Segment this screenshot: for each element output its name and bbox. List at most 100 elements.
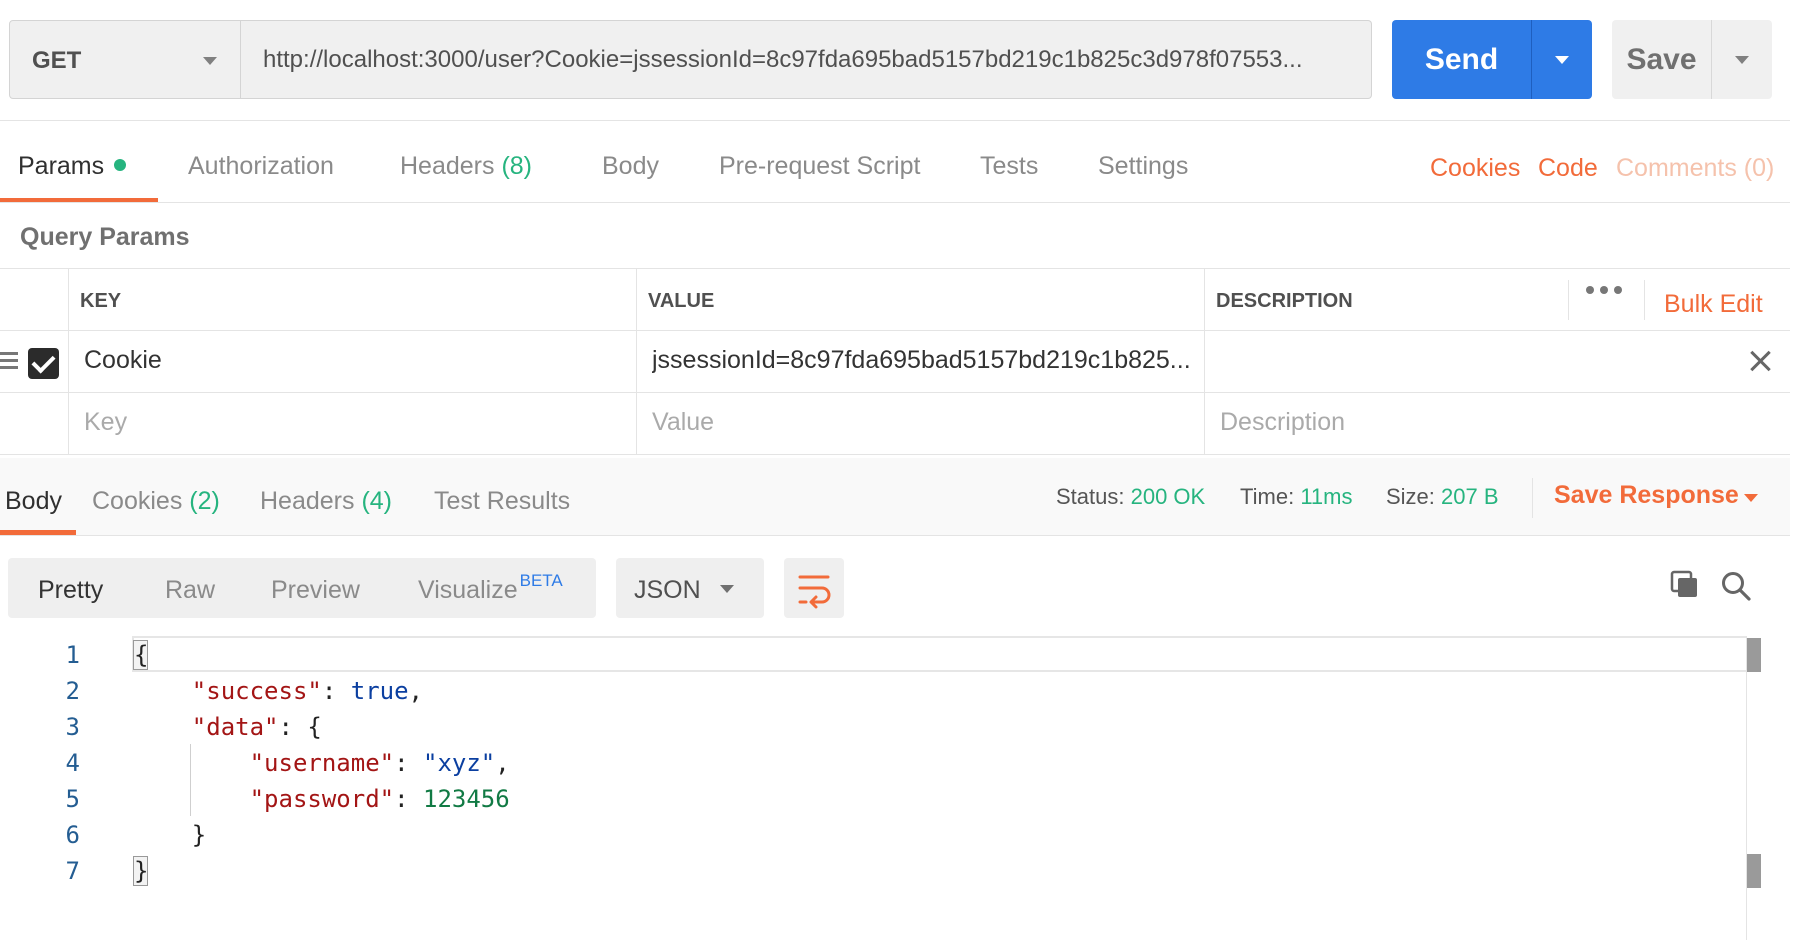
tab-tests[interactable]: Tests bbox=[980, 152, 1038, 181]
params-active-dot bbox=[114, 159, 127, 172]
tab-headers-label: Headers bbox=[400, 152, 495, 180]
tab-response-headers-count: (4) bbox=[361, 487, 393, 515]
search-icon[interactable] bbox=[1720, 570, 1752, 602]
method-label: GET bbox=[32, 47, 82, 74]
json-key: "username" bbox=[249, 749, 395, 777]
json-boolean: true bbox=[350, 677, 409, 705]
new-key-input[interactable]: Key bbox=[84, 408, 127, 437]
json-number: 123456 bbox=[423, 785, 510, 813]
json-key: "success" bbox=[191, 677, 322, 705]
method-select[interactable]: GET bbox=[9, 20, 241, 99]
table-border bbox=[0, 268, 1790, 269]
more-horizontal-icon[interactable] bbox=[1586, 286, 1622, 296]
tab-authorization[interactable]: Authorization bbox=[188, 152, 334, 181]
tab-response-headers[interactable]: Headers (4) bbox=[260, 487, 392, 516]
chevron-down-icon[interactable] bbox=[1744, 494, 1758, 502]
close-icon[interactable] bbox=[1748, 348, 1774, 374]
time-label: Time: bbox=[1240, 484, 1295, 509]
tab-response-cookies[interactable]: Cookies (2) bbox=[92, 487, 220, 516]
code-line: } bbox=[134, 821, 206, 849]
copy-icon[interactable] bbox=[1670, 570, 1700, 600]
comments-link[interactable]: Comments (0) bbox=[1616, 154, 1774, 183]
send-button-group: Send bbox=[1392, 20, 1592, 99]
tab-headers-count: (8) bbox=[501, 152, 533, 180]
checkbox-checked-icon[interactable] bbox=[28, 348, 59, 379]
bulk-edit-link[interactable]: Bulk Edit bbox=[1664, 290, 1763, 319]
chevron-down-icon bbox=[1735, 56, 1749, 64]
query-params-title: Query Params bbox=[20, 223, 190, 251]
tab-prerequest-script[interactable]: Pre-request Script bbox=[719, 152, 920, 181]
save-response-button[interactable]: Save Response bbox=[1554, 481, 1739, 510]
line-number: 6 bbox=[65, 821, 80, 849]
code-line: } bbox=[134, 857, 148, 885]
code-line: "password": 123456 bbox=[134, 785, 510, 813]
response-status: Status: 200 OK bbox=[1056, 484, 1205, 510]
format-select[interactable]: JSON bbox=[616, 558, 764, 618]
view-raw[interactable]: Raw bbox=[165, 576, 215, 605]
column-header-description: DESCRIPTION bbox=[1216, 290, 1353, 312]
divider bbox=[1532, 478, 1533, 518]
line-number: 1 bbox=[65, 641, 80, 669]
table-border bbox=[1204, 268, 1205, 454]
tab-test-results[interactable]: Test Results bbox=[434, 487, 570, 516]
tab-settings[interactable]: Settings bbox=[1098, 152, 1188, 181]
word-wrap-icon[interactable] bbox=[784, 558, 844, 618]
divider bbox=[0, 120, 1790, 121]
table-border bbox=[1644, 280, 1645, 320]
cookies-link[interactable]: Cookies bbox=[1430, 154, 1520, 183]
view-pretty[interactable]: Pretty bbox=[38, 576, 103, 605]
response-time: Time: 11ms bbox=[1240, 484, 1352, 510]
code-line: "username": "xyz", bbox=[134, 749, 510, 777]
json-comma: , bbox=[495, 749, 510, 777]
tab-headers[interactable]: Headers (8) bbox=[400, 152, 532, 181]
status-value: 200 OK bbox=[1130, 484, 1206, 509]
chevron-down-icon bbox=[1555, 56, 1569, 64]
new-value-input[interactable]: Value bbox=[652, 408, 714, 437]
param-key-cell[interactable]: Cookie bbox=[84, 346, 624, 375]
editor-scrollbar[interactable] bbox=[1746, 636, 1761, 940]
column-header-key: KEY bbox=[80, 290, 122, 312]
column-header-value: VALUE bbox=[648, 290, 715, 312]
table-border bbox=[68, 268, 69, 454]
send-button[interactable]: Send bbox=[1392, 20, 1531, 99]
view-visualize-label: Visualize bbox=[418, 576, 518, 604]
tab-params[interactable]: Params bbox=[18, 152, 127, 181]
status-label: Status: bbox=[1056, 484, 1125, 509]
json-brace: { bbox=[307, 713, 322, 741]
active-tab-indicator bbox=[0, 530, 76, 535]
tab-response-cookies-count: (2) bbox=[189, 487, 220, 515]
size-value: 207 B bbox=[1441, 484, 1499, 509]
code-link[interactable]: Code bbox=[1538, 154, 1598, 183]
table-border bbox=[0, 330, 1790, 331]
param-value-cell[interactable]: jssessionId=8c97fda695bad5157bd219c1b825… bbox=[652, 346, 1192, 375]
save-button[interactable]: Save bbox=[1612, 20, 1711, 99]
json-comma: , bbox=[408, 677, 423, 705]
view-mode-toolbar: Pretty Raw Preview Visualize BETA bbox=[8, 558, 596, 618]
json-brace: { bbox=[134, 641, 149, 669]
drag-handle-icon[interactable] bbox=[0, 352, 18, 370]
new-description-input[interactable]: Description bbox=[1220, 408, 1345, 437]
view-preview[interactable]: Preview bbox=[271, 576, 360, 605]
tab-response-cookies-label: Cookies bbox=[92, 487, 183, 515]
view-visualize[interactable]: Visualize BETA bbox=[418, 571, 563, 605]
scrollbar-thumb[interactable] bbox=[1747, 638, 1761, 672]
json-colon: : bbox=[321, 677, 351, 705]
json-brace: } bbox=[134, 857, 149, 885]
line-number: 3 bbox=[65, 713, 80, 741]
tab-body[interactable]: Body bbox=[602, 152, 659, 181]
time-value: 11ms bbox=[1300, 484, 1353, 509]
tab-response-headers-label: Headers bbox=[260, 487, 355, 515]
active-line-highlight bbox=[132, 636, 1746, 672]
scrollbar-marker bbox=[1747, 854, 1761, 888]
url-input[interactable]: http://localhost:3000/user?Cookie=jssess… bbox=[241, 20, 1372, 99]
code-line: "data": { bbox=[134, 713, 322, 741]
beta-badge: BETA bbox=[519, 571, 563, 590]
response-size: Size: 207 B bbox=[1386, 484, 1499, 510]
tab-response-body[interactable]: Body bbox=[5, 487, 62, 516]
json-key: "data" bbox=[191, 713, 279, 741]
send-options-button[interactable] bbox=[1532, 20, 1592, 99]
json-key: "password" bbox=[249, 785, 395, 813]
json-colon: : bbox=[278, 713, 308, 741]
save-options-button[interactable] bbox=[1712, 20, 1772, 99]
code-line: "success": true, bbox=[134, 677, 423, 705]
